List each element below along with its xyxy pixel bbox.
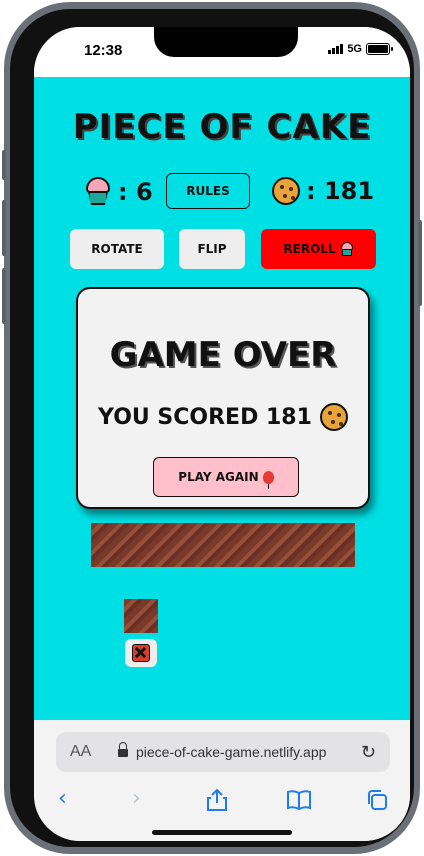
play-again-button[interactable]: PLAY AGAIN: [153, 457, 299, 497]
cake-piece[interactable]: [124, 599, 158, 633]
status-time: 12:38: [84, 42, 123, 59]
notch: [154, 27, 298, 57]
balloon-icon: [262, 470, 274, 489]
flip-label: FLIP: [197, 242, 227, 256]
cookie-icon: [272, 177, 300, 205]
text-size-button[interactable]: AA: [70, 743, 91, 761]
close-icon: [132, 644, 150, 662]
play-again-label: PLAY AGAIN: [178, 470, 259, 484]
reload-icon[interactable]: ↻: [361, 742, 376, 763]
final-score: YOU SCORED 181: [78, 403, 368, 431]
status-bar: 12:38 5G: [34, 27, 410, 77]
cookie-icon: [319, 403, 348, 431]
url-text: piece-of-cake-game.netlify.app: [136, 744, 327, 760]
final-score-text: YOU SCORED 181: [98, 404, 312, 430]
volume-up-button: [2, 200, 6, 256]
status-indicators: 5G: [328, 43, 393, 55]
cupcake-icon: [340, 242, 354, 256]
forward-icon[interactable]: ›: [132, 786, 141, 811]
network-label: 5G: [347, 43, 362, 55]
address-bar[interactable]: AA piece-of-cake-game.netlify.app ↻: [56, 732, 390, 772]
cake-board-strip: [91, 523, 355, 567]
reroll-button[interactable]: REROLL: [261, 229, 376, 269]
game-area: PIECE OF CAKE : 6 RULES : 181 ROTATE FLI…: [34, 77, 410, 720]
signal-icon: [328, 44, 344, 54]
battery-icon: [366, 43, 393, 55]
reroll-label: REROLL: [283, 242, 336, 256]
home-indicator: [152, 830, 292, 835]
cookie-count: : 181: [306, 177, 375, 205]
remove-piece-button[interactable]: [125, 639, 157, 667]
stats-row: : 6 RULES : 181: [34, 173, 410, 213]
cupcake-counter: : 6: [84, 177, 153, 207]
browser-chrome: AA piece-of-cake-game.netlify.app ↻ ‹ ›: [34, 720, 410, 841]
game-title: PIECE OF CAKE: [72, 107, 372, 147]
action-buttons: ROTATE FLIP REROLL: [34, 229, 410, 269]
modal-title: GAME OVER: [109, 335, 337, 375]
lock-icon: [118, 742, 128, 757]
share-icon[interactable]: [206, 788, 228, 812]
flip-button[interactable]: FLIP: [179, 229, 245, 269]
rules-button[interactable]: RULES: [166, 173, 250, 209]
phone-bezel: 12:38 5G PIECE OF CAKE : 6 RULES: 181 R…: [10, 9, 414, 847]
tabs-icon[interactable]: [366, 789, 388, 811]
power-button: [418, 220, 422, 306]
cookie-counter: : 181: [272, 177, 374, 205]
volume-down-button: [2, 268, 6, 324]
bookmarks-icon[interactable]: [286, 790, 312, 810]
rotate-label: ROTATE: [91, 242, 143, 256]
game-over-modal: GAME OVER YOU SCORED 181 PLAY AGAIN: [76, 287, 370, 509]
screen: 12:38 5G PIECE OF CAKE : 6 RULES: 181 R…: [34, 27, 410, 841]
cupcake-count: : 6: [118, 178, 153, 206]
mute-switch: [2, 150, 6, 180]
browser-toolbar: ‹ ›: [34, 786, 410, 816]
cupcake-icon: [84, 177, 112, 207]
back-icon[interactable]: ‹: [58, 786, 67, 811]
rotate-button[interactable]: ROTATE: [70, 229, 164, 269]
